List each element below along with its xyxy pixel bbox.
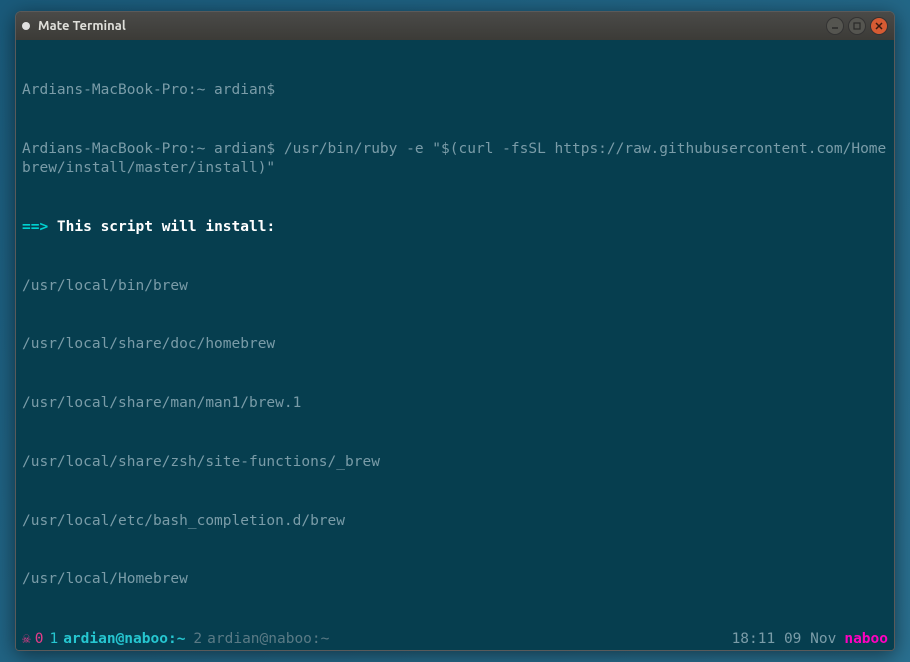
heading-text: This script will install: — [48, 219, 275, 235]
terminal-body[interactable]: Ardians-MacBook-Pro:~ ardian$ Ardians-Ma… — [16, 40, 894, 628]
prompt-text: Ardians-MacBook-Pro:~ ardian$ — [22, 82, 275, 98]
path-line: /usr/local/share/doc/homebrew — [22, 335, 888, 355]
heading-line: ==> This script will install: — [22, 218, 888, 238]
status-time: 18:11 09 Nov — [732, 631, 837, 647]
path-line: /usr/local/bin/brew — [22, 277, 888, 297]
path-line: /usr/local/Homebrew — [22, 570, 888, 590]
path-line: /usr/local/etc/bash_completion.d/brew — [22, 512, 888, 532]
window-title: Mate Terminal — [38, 19, 126, 33]
arrow-icon: ==> — [22, 219, 48, 235]
prompt-line: Ardians-MacBook-Pro:~ ardian$ — [22, 81, 888, 101]
app-icon — [22, 22, 30, 30]
window-name-inactive[interactable]: ardian@naboo:~ — [207, 631, 329, 647]
path-line: /usr/local/share/man/man1/brew.1 — [22, 394, 888, 414]
close-button[interactable] — [870, 17, 888, 35]
maximize-button[interactable] — [848, 17, 866, 35]
minimize-icon — [830, 21, 840, 31]
titlebar[interactable]: Mate Terminal — [16, 12, 894, 40]
tmux-statusbar: ☠ 0 1 ardian@naboo:~ 2 ardian@naboo:~ 18… — [16, 628, 894, 650]
status-hostname: naboo — [844, 631, 888, 647]
window-name-active[interactable]: ardian@naboo:~ — [63, 631, 185, 647]
prompt-text: Ardians-MacBook-Pro:~ ardian$ — [22, 141, 284, 157]
path-line: /usr/local/share/zsh/site-functions/_bre… — [22, 453, 888, 473]
close-icon — [874, 21, 884, 31]
minimize-button[interactable] — [826, 17, 844, 35]
window-index-inactive[interactable]: 2 — [193, 631, 202, 647]
status-count: 0 — [35, 631, 44, 647]
window-index-active[interactable]: 1 — [49, 631, 58, 647]
terminal-window: Mate Terminal Ardians-MacBook-Pro:~ ardi… — [15, 11, 895, 651]
maximize-icon — [852, 21, 862, 31]
skull-icon: ☠ — [22, 631, 31, 647]
command-line: Ardians-MacBook-Pro:~ ardian$ /usr/bin/r… — [22, 140, 888, 179]
window-controls — [826, 17, 888, 35]
